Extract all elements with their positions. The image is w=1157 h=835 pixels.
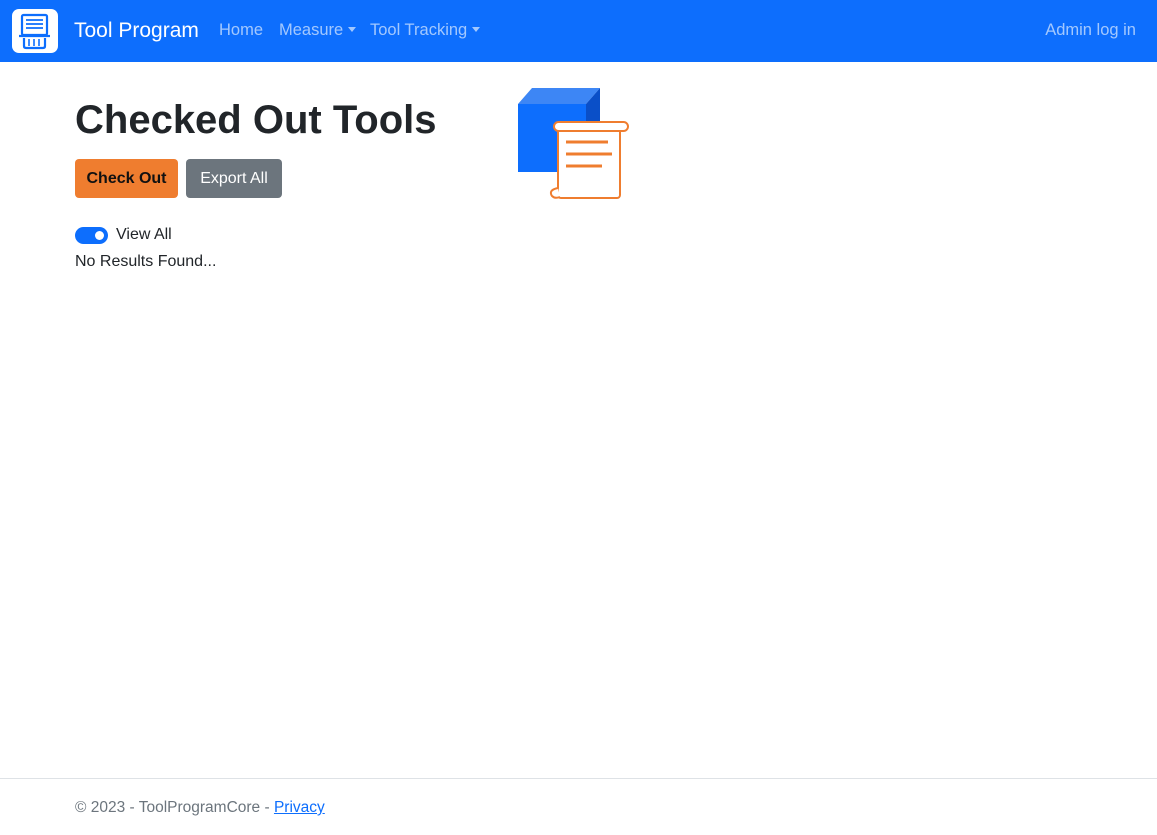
switch-knob	[95, 230, 104, 240]
footer: © 2023 - ToolProgramCore - Privacy	[0, 778, 1157, 835]
nav-measure-label: Measure	[279, 21, 344, 39]
brand-name[interactable]: Tool Program	[74, 19, 199, 43]
page-title: Checked Out Tools	[75, 98, 437, 142]
copyright-text: © 2023 - ToolProgramCore -	[75, 799, 274, 816]
caret-down-icon	[348, 27, 357, 32]
navbar: Tool Program Home Measure Tool Tracking …	[0, 0, 1157, 62]
nav-link-home[interactable]: Home	[219, 21, 263, 40]
check-out-button[interactable]: Check Out	[75, 159, 178, 198]
nav-dropdown-tool-tracking[interactable]: Tool Tracking	[370, 21, 481, 40]
caret-down-icon	[472, 27, 481, 32]
view-all-toggle-row: View All	[75, 225, 172, 245]
view-all-label[interactable]: View All	[116, 226, 172, 244]
nav-tool-tracking-label: Tool Tracking	[370, 21, 468, 39]
nav-dropdown-measure[interactable]: Measure	[279, 21, 357, 40]
export-all-button[interactable]: Export All	[186, 159, 282, 198]
no-results-message: No Results Found...	[75, 253, 217, 270]
footer-text: © 2023 - ToolProgramCore - Privacy	[75, 799, 325, 817]
privacy-link[interactable]: Privacy	[274, 799, 325, 816]
brand-logo-icon[interactable]	[12, 9, 58, 53]
view-all-switch[interactable]	[75, 226, 108, 244]
box-scroll-illustration-icon	[514, 84, 634, 204]
admin-login-link[interactable]: Admin log in	[1045, 21, 1136, 40]
